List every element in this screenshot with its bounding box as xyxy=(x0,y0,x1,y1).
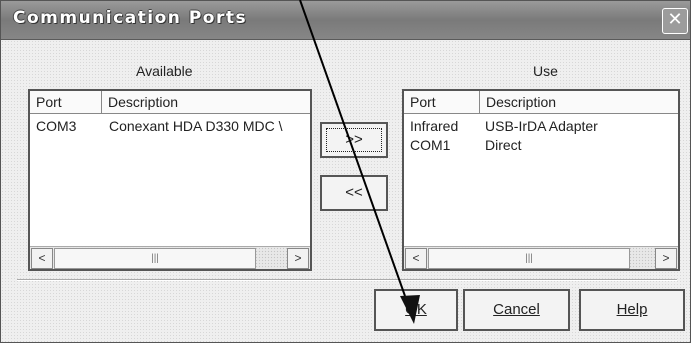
dialog-title: Communication Ports xyxy=(13,8,248,28)
available-label: Available xyxy=(136,63,193,79)
port-cell: COM3 xyxy=(36,118,77,134)
add-port-button[interactable]: >> xyxy=(320,122,388,158)
use-port-list[interactable]: Port Description Infrared USB-IrDA Adapt… xyxy=(402,89,680,271)
help-button[interactable]: Help xyxy=(579,289,685,331)
title-bar[interactable]: Communication Ports ✕ xyxy=(1,1,690,40)
column-header-port[interactable]: Port xyxy=(30,91,102,113)
use-list-header: Port Description xyxy=(404,91,678,114)
description-cell: Conexant HDA D330 MDC \ xyxy=(109,118,283,134)
available-port-list[interactable]: Port Description COM3 Conexant HDA D330 … xyxy=(28,89,312,271)
close-icon[interactable]: ✕ xyxy=(662,8,688,34)
list-item[interactable]: COM1 Direct xyxy=(404,136,678,154)
available-list-header: Port Description xyxy=(30,91,310,114)
scroll-right-icon[interactable]: > xyxy=(287,248,309,269)
scroll-right-icon[interactable]: > xyxy=(655,248,677,269)
column-header-description[interactable]: Description xyxy=(480,91,678,113)
separator xyxy=(17,279,677,281)
column-header-description[interactable]: Description xyxy=(102,91,310,113)
ok-button[interactable]: OK xyxy=(374,289,458,331)
remove-port-button[interactable]: << xyxy=(320,175,388,211)
description-cell: USB-IrDA Adapter xyxy=(485,118,598,134)
description-cell: Direct xyxy=(485,137,522,153)
help-label: Help xyxy=(616,301,648,318)
communication-ports-dialog: Communication Ports ✕ Available Port Des… xyxy=(0,0,691,343)
use-label: Use xyxy=(533,63,558,79)
column-header-port[interactable]: Port xyxy=(404,91,480,113)
horizontal-scrollbar[interactable]: < ||| > xyxy=(404,246,678,269)
scroll-thumb[interactable]: ||| xyxy=(54,248,256,269)
scroll-left-icon[interactable]: < xyxy=(31,248,53,269)
remove-port-label: << xyxy=(345,184,363,201)
horizontal-scrollbar[interactable]: < ||| > xyxy=(30,246,310,269)
cancel-label: Cancel xyxy=(493,301,540,318)
scroll-left-icon[interactable]: < xyxy=(405,248,427,269)
list-item[interactable]: Infrared USB-IrDA Adapter xyxy=(404,117,678,135)
scroll-thumb[interactable]: ||| xyxy=(428,248,630,269)
port-cell: Infrared xyxy=(410,118,459,134)
cancel-button[interactable]: Cancel xyxy=(463,289,570,331)
port-cell: COM1 xyxy=(410,137,451,153)
focus-rect xyxy=(326,128,382,152)
ok-label: OK xyxy=(405,301,427,318)
list-item[interactable]: COM3 Conexant HDA D330 MDC \ xyxy=(30,117,310,135)
